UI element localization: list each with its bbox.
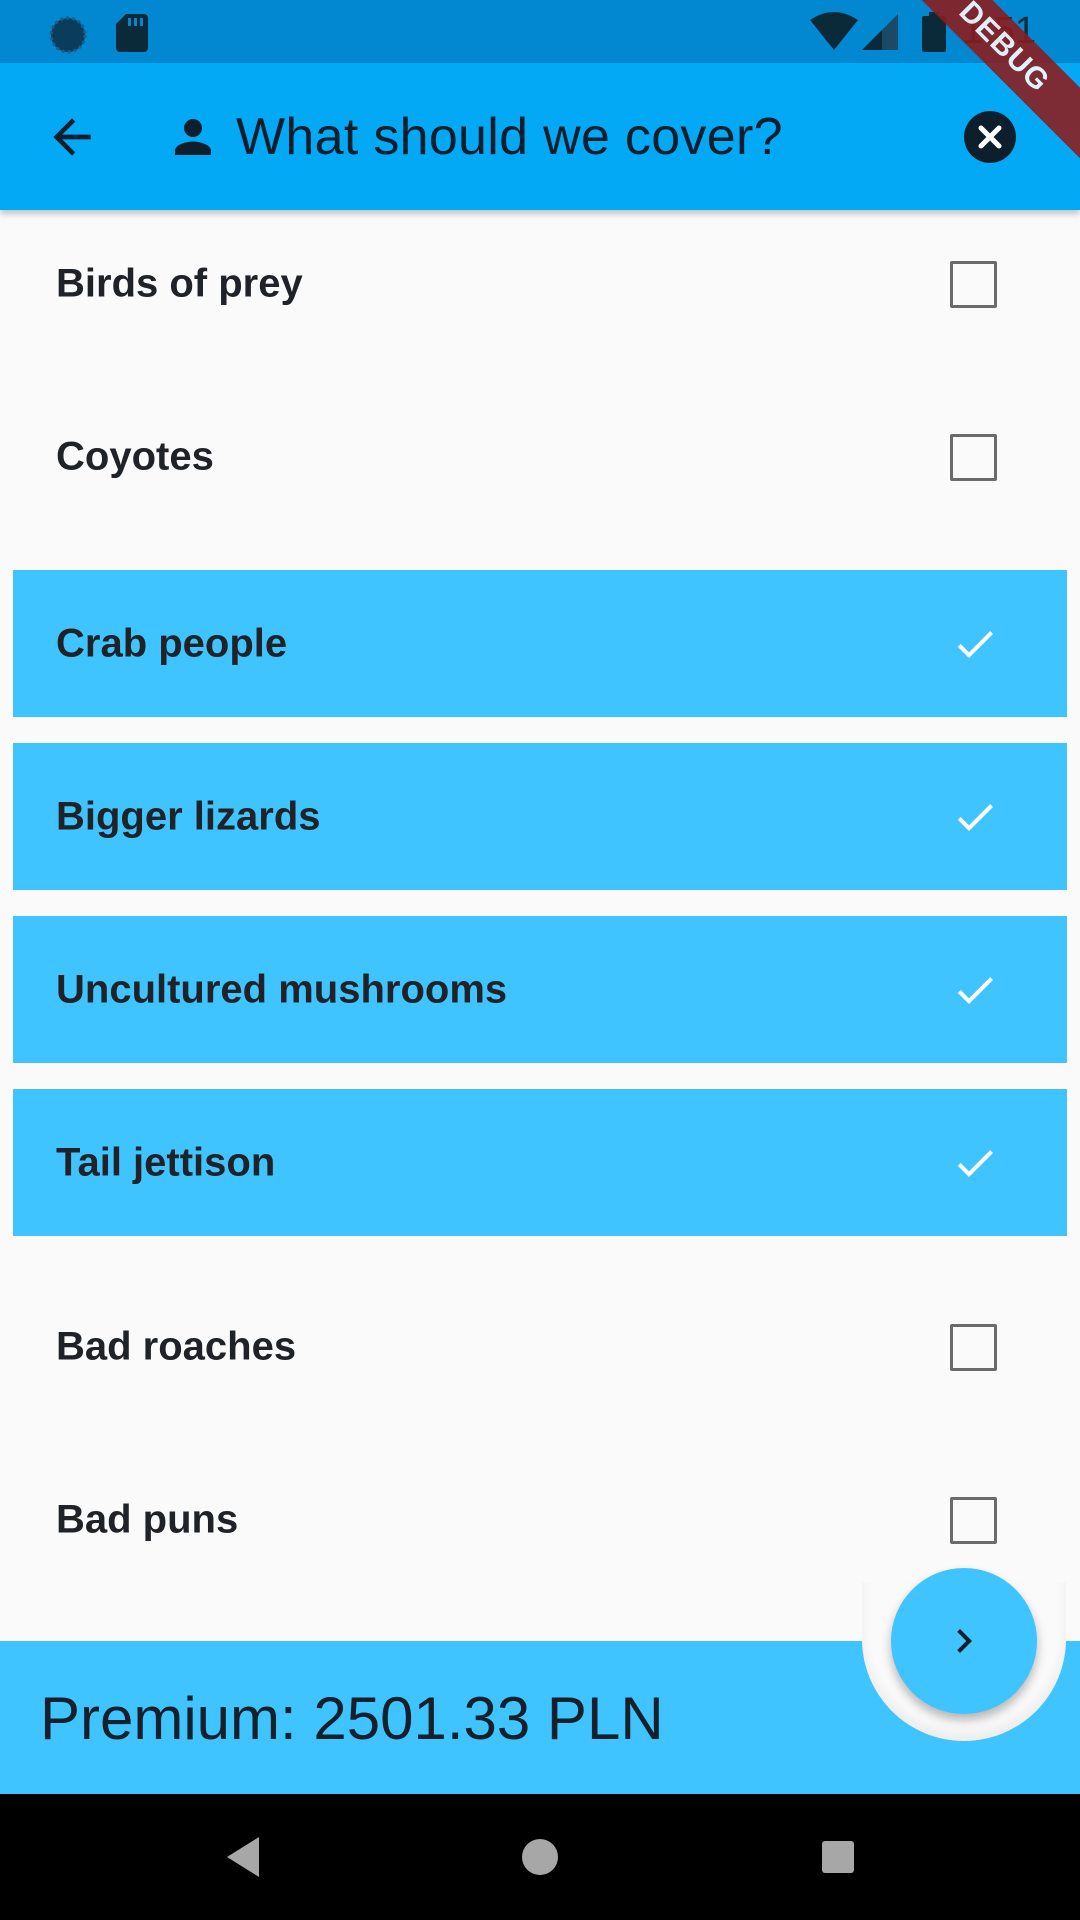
checkbox-unchecked[interactable]	[950, 260, 997, 308]
status-time: 1:51	[962, 10, 1036, 52]
home-circle-icon	[522, 1839, 558, 1875]
option-label: Bad roaches	[56, 1324, 297, 1368]
list-item[interactable]: Bad roaches	[13, 1273, 1067, 1420]
list-item[interactable]: Birds of prey	[13, 210, 1067, 357]
checkbox-unchecked[interactable]	[950, 1323, 997, 1371]
option-label: Crab people	[56, 621, 288, 665]
checkbox-unchecked[interactable]	[950, 1496, 997, 1544]
option-label: Uncultured mushrooms	[56, 967, 508, 1011]
screen: 1:51 What should we cover? DEBUG Birds o…	[0, 0, 1080, 1920]
list-item[interactable]: Uncultured mushrooms	[13, 916, 1067, 1063]
list-item[interactable]: Bad puns	[13, 1446, 1067, 1593]
list-item[interactable]: Crab people	[13, 570, 1067, 717]
nav-home-button[interactable]	[510, 1827, 570, 1887]
option-label: Tail jettison	[56, 1140, 276, 1184]
person-icon	[166, 110, 220, 164]
next-button[interactable]	[891, 1568, 1037, 1714]
status-bar: 1:51	[0, 0, 1080, 63]
back-triangle-icon	[227, 1837, 259, 1877]
app-bar: What should we cover?	[0, 63, 1080, 210]
recents-square-icon	[822, 1841, 854, 1873]
check-icon[interactable]	[951, 793, 999, 841]
check-icon[interactable]	[951, 966, 999, 1014]
list-item[interactable]: Tail jettison	[13, 1089, 1067, 1236]
cell-signal-icon	[862, 12, 900, 57]
close-button[interactable]	[963, 110, 1017, 164]
option-label: Bad puns	[56, 1497, 239, 1541]
back-arrow-icon	[53, 118, 91, 156]
option-label: Birds of prey	[56, 261, 303, 305]
page-title: What should we cover?	[236, 108, 783, 166]
back-button[interactable]	[44, 109, 100, 165]
option-label: Coyotes	[56, 434, 214, 478]
nav-recents-button[interactable]	[808, 1827, 868, 1887]
chevron-right-icon	[957, 1629, 972, 1653]
nav-back-button[interactable]	[213, 1827, 273, 1887]
check-icon[interactable]	[951, 620, 999, 668]
check-icon[interactable]	[951, 1139, 999, 1187]
circle-notification-icon	[47, 14, 89, 61]
battery-icon	[922, 12, 946, 57]
checkbox-unchecked[interactable]	[950, 433, 997, 481]
premium-total: Premium: 2501.33 PLN	[40, 1685, 664, 1752]
list-item[interactable]: Coyotes	[13, 383, 1067, 530]
system-nav-bar	[0, 1794, 1080, 1920]
list-item[interactable]: Bigger lizards	[13, 743, 1067, 890]
close-circle-icon	[964, 111, 1016, 163]
sd-card-icon	[116, 14, 148, 57]
wifi-icon	[810, 12, 858, 57]
option-label: Bigger lizards	[56, 794, 321, 838]
